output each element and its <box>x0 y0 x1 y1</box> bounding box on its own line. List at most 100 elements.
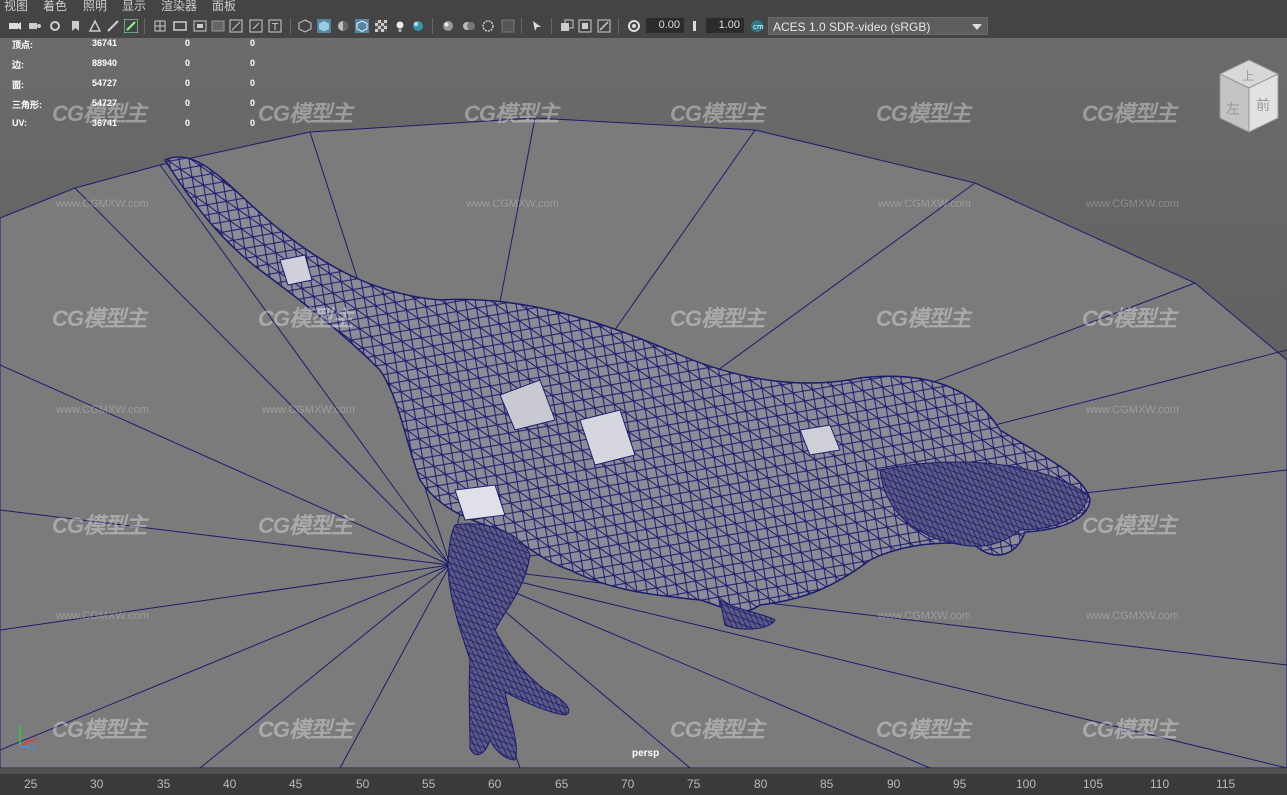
timeline-tick-label: 45 <box>289 777 303 791</box>
watermark-logo: CG模型主 <box>1082 513 1177 538</box>
menu-shading[interactable]: 着色 <box>43 0 67 12</box>
menu-lighting[interactable]: 照明 <box>83 0 107 12</box>
textured-icon[interactable] <box>374 19 388 33</box>
3d-viewport[interactable]: 顶点: 36741 0 0 边: 88940 0 0 面: 54727 0 0 … <box>0 38 1287 768</box>
watermark-logo: CG模型主 <box>876 306 971 331</box>
grid-icon[interactable] <box>153 19 167 33</box>
isolate-select-icon[interactable] <box>530 19 544 33</box>
timeline-tick-label: 50 <box>356 777 370 791</box>
xray-icon[interactable] <box>560 19 574 33</box>
2d-pan-zoom-icon[interactable] <box>106 19 120 33</box>
wireframe-on-shaded-icon[interactable] <box>355 19 369 33</box>
watermark-logo: CG模型主 <box>52 306 147 331</box>
color-space-dropdown[interactable]: ACES 1.0 SDR-video (sRGB) <box>768 17 988 35</box>
depth-of-field-icon[interactable] <box>501 19 515 33</box>
default-lighting-icon[interactable] <box>336 19 350 33</box>
wireframe-icon[interactable] <box>298 19 312 33</box>
view-cube-front-label[interactable]: 前 <box>1256 97 1270 114</box>
watermark-logo: CG模型主 <box>670 101 765 126</box>
anti-aliasing-icon[interactable] <box>481 19 495 33</box>
watermark-url: www.CGMXW.com <box>1086 610 1179 622</box>
timeline-tick-label: 85 <box>820 777 834 791</box>
watermark-logo: CG模型主 <box>52 513 147 538</box>
svg-text:x: x <box>32 736 36 744</box>
hud-label: 边: <box>12 60 24 70</box>
exposure-field[interactable]: 0.00 <box>646 18 684 33</box>
use-all-lights-icon[interactable] <box>393 19 407 33</box>
hud-value: 88940 <box>92 58 118 68</box>
timeline-tick-label: 35 <box>157 777 171 791</box>
watermark-logo: CG模型主 <box>1082 101 1177 126</box>
image-plane-icon[interactable] <box>88 19 102 33</box>
menu-show[interactable]: 显示 <box>122 0 146 12</box>
watermark-url: www.CGMXW.com <box>878 610 971 622</box>
timeline-tick-label: 70 <box>621 777 635 791</box>
safe-title-icon[interactable]: T <box>268 19 282 33</box>
watermark-logo: CG模型主 <box>52 717 147 742</box>
timeline-tick-label: 55 <box>422 777 436 791</box>
viewport-scene <box>0 38 1287 768</box>
timeline-tick-label: 100 <box>1016 777 1037 791</box>
bookmarks-icon[interactable] <box>48 19 62 33</box>
hud-label: 三角形: <box>12 100 42 110</box>
timeline-tick-label: 105 <box>1083 777 1104 791</box>
screen-space-ao-icon[interactable] <box>441 19 455 33</box>
svg-text:cm: cm <box>753 23 764 31</box>
hud-value: 0 <box>185 78 191 88</box>
bookmark-flag-icon[interactable] <box>68 19 82 33</box>
xray-joints-icon[interactable] <box>597 19 611 33</box>
view-cube-left-label[interactable]: 左 <box>1226 102 1240 118</box>
svg-text:z: z <box>32 744 36 750</box>
timeline-tick-label: 110 <box>1150 777 1170 791</box>
hud-label: 面: <box>12 80 24 90</box>
safe-action-icon[interactable] <box>249 19 263 33</box>
hud-value: 0 <box>185 58 191 68</box>
gamma-icon[interactable] <box>689 19 703 33</box>
color-space-value: ACES 1.0 SDR-video (sRGB) <box>773 20 931 34</box>
hud-value: 0 <box>185 118 191 128</box>
motion-blur-icon[interactable] <box>462 19 476 33</box>
view-cube-top-label[interactable]: 上 <box>1242 69 1254 83</box>
menu-panels[interactable]: 面板 <box>212 0 236 12</box>
watermark-logo: CG模型主 <box>670 306 765 331</box>
hud-value: 0 <box>250 98 256 108</box>
exposure-icon[interactable] <box>627 19 641 33</box>
film-gate-icon[interactable] <box>173 19 187 33</box>
shadows-icon[interactable] <box>411 19 425 33</box>
gate-mask-icon[interactable] <box>211 19 225 33</box>
timeline-tick-label: 90 <box>887 777 901 791</box>
hud-value: 0 <box>185 98 191 108</box>
camera-name-label: persp <box>632 748 660 759</box>
camera-attributes-icon[interactable] <box>28 19 42 33</box>
timeline-tick-label: 75 <box>687 777 701 791</box>
hud-value: 36741 <box>92 38 118 48</box>
time-slider[interactable]: 25 30 35 40 45 50 55 60 65 70 75 80 85 9… <box>0 768 1287 795</box>
axis-gizmo-icon: x z <box>19 726 36 750</box>
watermark-logo: CG模型主 <box>670 717 765 742</box>
watermark-logo: CG模型主 <box>876 101 971 126</box>
timeline-tick-label: 40 <box>223 777 237 791</box>
select-camera-icon[interactable] <box>8 19 22 33</box>
xray-active-components-icon[interactable] <box>578 19 592 33</box>
menu-view[interactable]: 视图 <box>4 0 28 12</box>
gamma-field[interactable]: 1.00 <box>706 18 744 33</box>
view-cube[interactable]: 上 左 前 <box>1218 58 1280 136</box>
hud-label: UV: <box>12 118 28 128</box>
watermark-logo: CG模型主 <box>258 306 353 331</box>
hud-value: 0 <box>250 38 256 48</box>
field-chart-icon[interactable] <box>229 19 243 33</box>
smooth-shade-icon[interactable] <box>317 19 331 33</box>
timeline-tick-label: 80 <box>754 777 768 791</box>
watermark-logo: CG模型主 <box>876 717 971 742</box>
watermark-url: www.CGMXW.com <box>56 198 149 210</box>
view-transform-toggle-icon[interactable]: cm <box>750 19 764 33</box>
hud-label: 顶点: <box>12 40 33 50</box>
resolution-gate-icon[interactable] <box>193 19 207 33</box>
menu-renderer[interactable]: 渲染器 <box>161 0 197 12</box>
grease-pencil-icon[interactable] <box>124 19 138 33</box>
watermark-url: www.CGMXW.com <box>466 198 559 210</box>
toolbar-separator <box>290 18 291 34</box>
timeline-tick-label: 65 <box>555 777 569 791</box>
toolbar-separator <box>521 18 522 34</box>
watermark-url: www.CGMXW.com <box>1086 198 1179 210</box>
